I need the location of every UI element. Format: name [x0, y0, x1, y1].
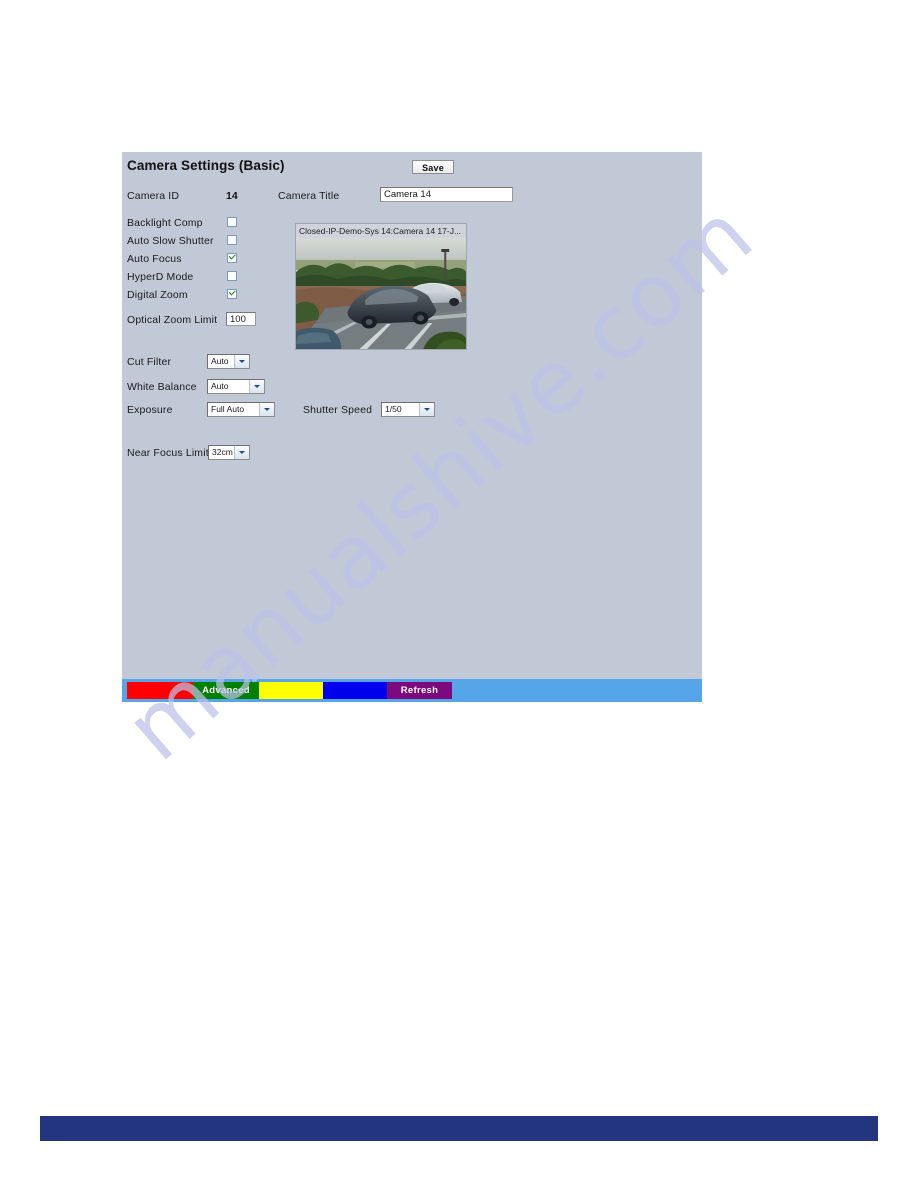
white-balance-select[interactable]: Auto: [207, 379, 265, 394]
page-title: Camera Settings (Basic): [127, 158, 285, 173]
hyperd-mode-checkbox[interactable]: [227, 271, 237, 281]
auto-slow-shutter-checkbox[interactable]: [227, 235, 237, 245]
nav-segment-yellow[interactable]: [259, 682, 323, 699]
cut-filter-value: Auto: [211, 356, 229, 366]
optical-zoom-limit-input[interactable]: [226, 312, 256, 326]
camera-title-input[interactable]: [380, 187, 513, 202]
digital-zoom-label: Digital Zoom: [127, 289, 188, 301]
bottom-navigation-bar: Advanced Refresh: [122, 679, 702, 702]
white-balance-label: White Balance: [127, 381, 197, 393]
auto-focus-checkbox[interactable]: [227, 253, 237, 263]
exposure-value: Full Auto: [211, 404, 245, 414]
shutter-speed-value: 1/50: [385, 404, 402, 414]
chevron-down-icon: [249, 380, 264, 393]
nav-segment-red[interactable]: [127, 682, 193, 699]
camera-preview-image: [296, 238, 466, 349]
digital-zoom-checkbox[interactable]: [227, 289, 237, 299]
backlight-comp-checkbox[interactable]: [227, 217, 237, 227]
near-focus-limit-label: Near Focus Limit: [127, 447, 209, 459]
auto-focus-label: Auto Focus: [127, 253, 182, 265]
chevron-down-icon: [259, 403, 274, 416]
nav-segment-refresh[interactable]: Refresh: [387, 682, 452, 699]
nav-segment-blue[interactable]: [323, 682, 387, 699]
exposure-label: Exposure: [127, 404, 173, 416]
camera-preview-osd-text: Closed-IP-Demo-Sys 14:Camera 14 17-J...: [296, 224, 466, 238]
camera-settings-panel: Camera Settings (Basic) Save Camera ID 1…: [122, 152, 702, 702]
white-balance-value: Auto: [211, 381, 229, 391]
chevron-down-icon: [419, 403, 434, 416]
shutter-speed-select[interactable]: 1/50: [381, 402, 435, 417]
backlight-comp-label: Backlight Comp: [127, 217, 203, 229]
footer-bar: [40, 1116, 878, 1141]
camera-id-value: 14: [226, 190, 238, 202]
exposure-select[interactable]: Full Auto: [207, 402, 275, 417]
camera-title-label: Camera Title: [278, 190, 340, 202]
optical-zoom-limit-label: Optical Zoom Limit: [127, 314, 218, 326]
nav-segment-advanced[interactable]: Advanced: [193, 682, 259, 699]
camera-preview[interactable]: Closed-IP-Demo-Sys 14:Camera 14 17-J...: [295, 223, 467, 350]
cut-filter-label: Cut Filter: [127, 356, 172, 368]
shutter-speed-label: Shutter Speed: [303, 404, 373, 416]
near-focus-limit-value: 32cm: [212, 447, 233, 457]
cut-filter-select[interactable]: Auto: [207, 354, 250, 369]
chevron-down-icon: [234, 355, 249, 368]
hyperd-mode-label: HyperD Mode: [127, 271, 194, 283]
auto-slow-shutter-label: Auto Slow Shutter: [127, 235, 214, 247]
chevron-down-icon: [234, 446, 249, 459]
save-button[interactable]: Save: [412, 160, 454, 174]
camera-id-label: Camera ID: [127, 190, 180, 202]
near-focus-limit-select[interactable]: 32cm: [208, 445, 250, 460]
